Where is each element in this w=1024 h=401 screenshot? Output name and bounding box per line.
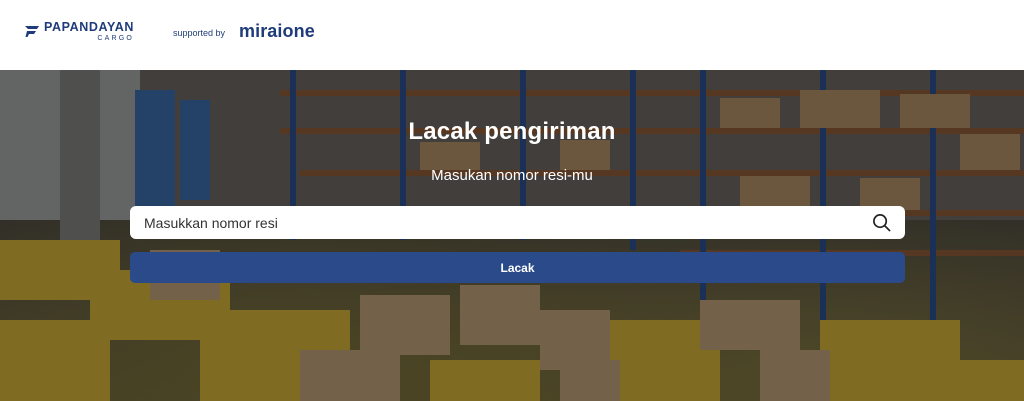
page-subtitle: Masukan nomor resi-mu <box>431 167 593 184</box>
tracking-search-box <box>130 206 905 239</box>
logo-mark-icon <box>25 26 39 38</box>
page-title: Lacak pengiriman <box>408 118 616 145</box>
hero-section: Lacak pengiriman Masukan nomor resi-mu L… <box>0 70 1024 401</box>
tracking-number-input[interactable] <box>144 214 844 231</box>
search-icon[interactable] <box>872 213 891 232</box>
logo-name: PAPANDAYAN <box>44 20 135 34</box>
logo-text: PAPANDAYAN CARGO <box>44 21 134 42</box>
supported-by-text: supported by <box>173 28 226 38</box>
track-button[interactable]: Lacak <box>130 252 905 283</box>
logo-subname: CARGO <box>97 34 135 42</box>
miraione-logo: miraione <box>239 21 315 41</box>
top-header: PAPANDAYAN CARGO supported by miraione <box>0 0 1024 70</box>
papandayan-logo[interactable]: PAPANDAYAN CARGO <box>24 21 134 42</box>
